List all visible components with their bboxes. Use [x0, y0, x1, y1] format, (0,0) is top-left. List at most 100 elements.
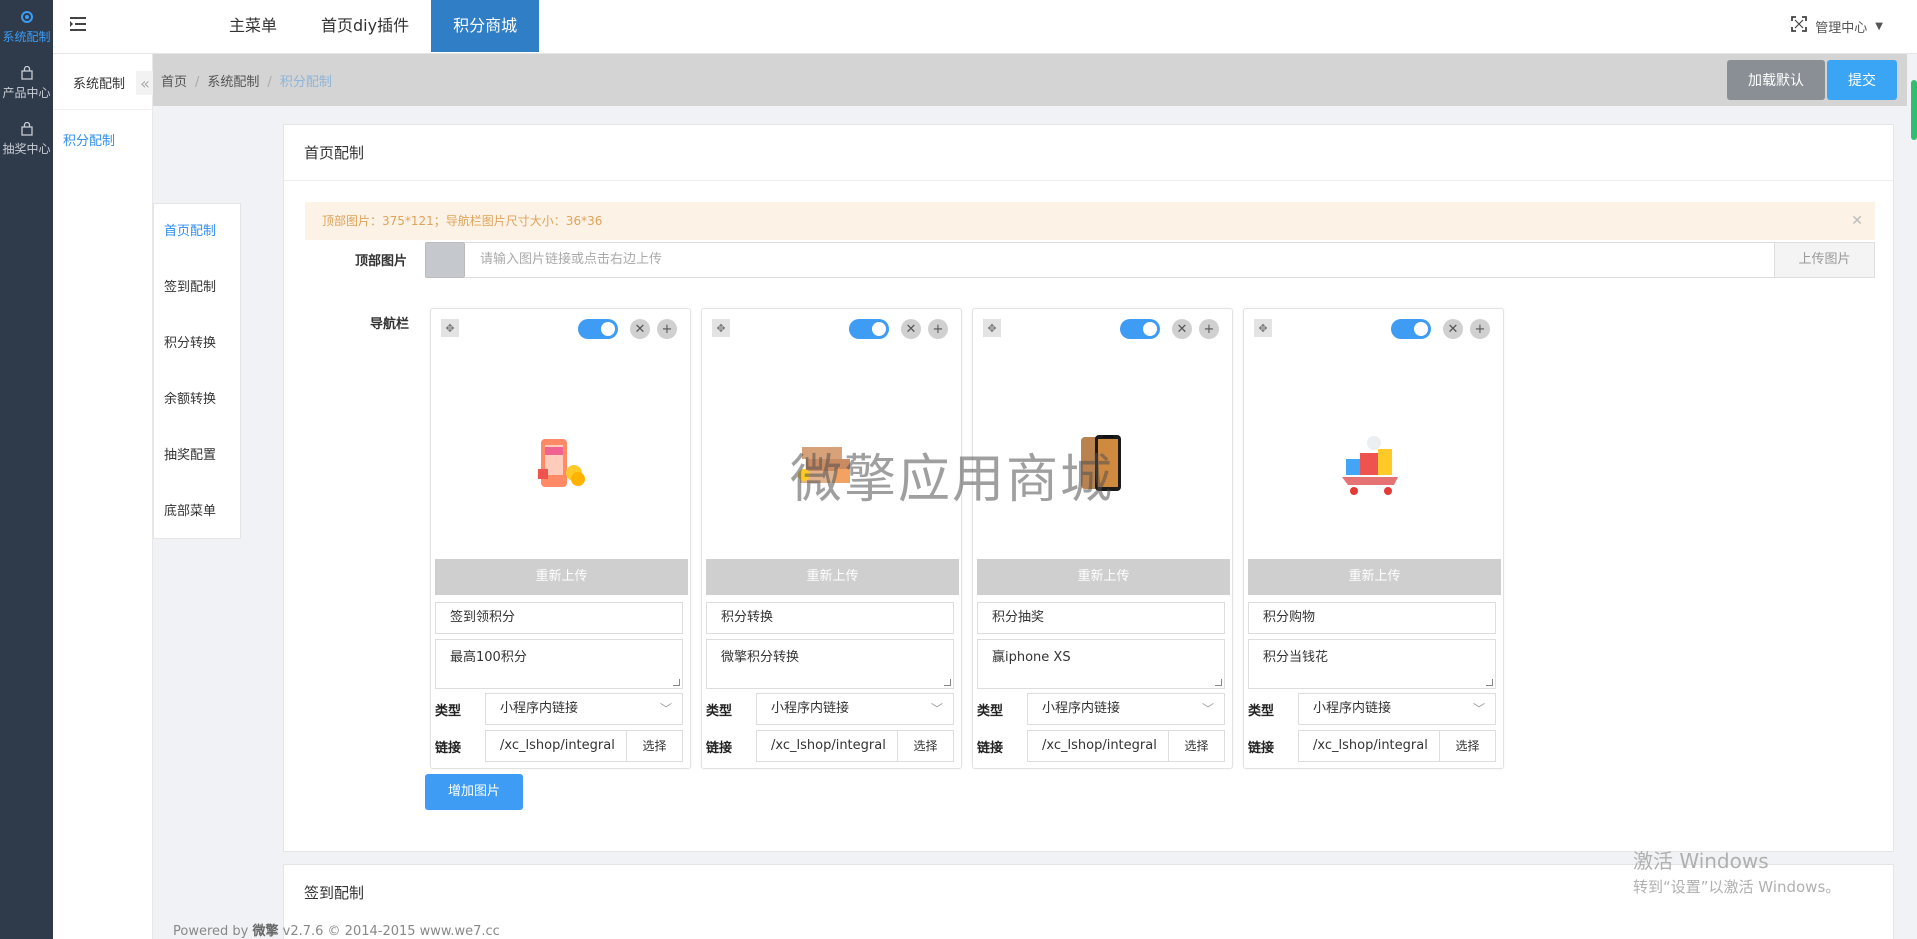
link-input[interactable]: /xc_lshop/integral: [485, 730, 627, 762]
config-nav: 首页配制 签到配制 积分转换 余额转换 抽奖配置 底部菜单: [153, 203, 241, 539]
link-label: 链接: [977, 741, 1004, 756]
choose-link-button[interactable]: 选择: [1440, 730, 1496, 762]
description-textarea[interactable]: 赢iphone XS: [977, 639, 1225, 689]
fullscreen-icon[interactable]: [1791, 16, 1808, 36]
collapse-icon[interactable]: «: [136, 71, 154, 95]
rail-item-system[interactable]: 系统配制: [0, 0, 53, 56]
breadcrumb-home[interactable]: 首页: [161, 75, 187, 90]
config-nav-points-convert[interactable]: 积分转换: [154, 316, 240, 372]
type-select-value: 小程序内链接: [771, 701, 850, 716]
sub-navigation: 系统配制 « 积分配制: [53, 0, 154, 939]
close-icon[interactable]: ✕: [1851, 202, 1863, 240]
scrollbar[interactable]: [1911, 80, 1917, 140]
footer-brand[interactable]: 微擎: [252, 924, 278, 939]
enable-toggle[interactable]: [1391, 319, 1431, 339]
description-textarea[interactable]: 微擎积分转换: [706, 639, 954, 689]
nav-card: ✥ ✕ + 重新上传 积分抽奖 赢iphone XS 类型 小程序内链接 ﹀ 链接…: [972, 308, 1233, 769]
title-input[interactable]: 积分购物: [1248, 602, 1496, 634]
rail-item-lottery[interactable]: 抽奖中心: [0, 112, 53, 168]
windows-activation-title: 激活 Windows: [1633, 849, 1769, 873]
subnav-header-label: 系统配制: [73, 76, 126, 92]
rail-label: 系统配制: [2, 30, 51, 44]
enable-toggle[interactable]: [849, 319, 889, 339]
drag-handle-icon[interactable]: ✥: [983, 319, 1001, 337]
link-input[interactable]: /xc_lshop/integral: [1298, 730, 1440, 762]
choose-link-button[interactable]: 选择: [627, 730, 683, 762]
tab-home-diy[interactable]: 首页diy插件: [299, 0, 431, 52]
shopping-cart-icon: [1304, 419, 1444, 509]
admin-center-menu[interactable]: 管理中心 ▼: [1791, 16, 1883, 36]
drag-handle-icon[interactable]: ✥: [441, 319, 459, 337]
choose-link-button[interactable]: 选择: [1169, 730, 1225, 762]
remove-icon[interactable]: ✕: [1172, 319, 1192, 339]
info-alert: 顶部图片：375*121；导航栏图片尺寸大小：36*36 ✕: [305, 202, 1875, 240]
choose-link-button[interactable]: 选择: [898, 730, 954, 762]
breadcrumb-section[interactable]: 系统配制: [207, 75, 259, 90]
reupload-button[interactable]: 重新上传: [435, 559, 688, 595]
footer-rest: v2.7.6 © 2014-2015 www.we7.cc: [278, 924, 500, 939]
top-image-input[interactable]: 请输入图片链接或点击右边上传: [465, 242, 1775, 278]
breadcrumb: 首页 / 系统配制 / 积分配制: [161, 75, 332, 90]
bag-icon: [18, 64, 36, 82]
tab-main-menu[interactable]: 主菜单: [207, 0, 299, 52]
type-select[interactable]: 小程序内链接 ﹀: [485, 693, 683, 725]
config-nav-bottom-menu[interactable]: 底部菜单: [154, 484, 240, 540]
reupload-button[interactable]: 重新上传: [1248, 559, 1501, 595]
type-label: 类型: [435, 704, 462, 719]
description-textarea[interactable]: 最高100积分: [435, 639, 683, 689]
menu-toggle-icon[interactable]: [69, 16, 91, 38]
add-image-button[interactable]: 增加图片: [425, 774, 523, 810]
title-input[interactable]: 签到领积分: [435, 602, 683, 634]
tab-points-mall[interactable]: 积分商城: [431, 0, 540, 52]
title-input[interactable]: 积分转换: [706, 602, 954, 634]
footer: Powered by 微擎 v2.7.6 © 2014-2015 www.we7…: [173, 920, 500, 939]
enable-toggle[interactable]: [578, 319, 618, 339]
config-nav-lottery[interactable]: 抽奖配置: [154, 428, 240, 484]
nav-bar-label: 导航栏: [370, 317, 410, 332]
nav-card: ✥ ✕ + 重新上传 签到领积分 最高100积分 类型 小程序内链接 ﹀ 链接 /…: [430, 308, 691, 769]
link-label: 链接: [1248, 741, 1275, 756]
upload-image-button[interactable]: 上传图片: [1775, 242, 1875, 278]
reupload-button[interactable]: 重新上传: [706, 559, 959, 595]
footer-prefix: Powered by: [173, 924, 253, 939]
windows-activation-hint: 转到“设置”以激活 Windows。: [1633, 878, 1841, 896]
rail-item-products[interactable]: 产品中心: [0, 56, 53, 112]
top-tabs: 主菜单 首页diy插件 积分商城: [207, 0, 540, 52]
caret-down-icon: ▼: [1875, 20, 1883, 32]
type-select-value: 小程序内链接: [1042, 701, 1121, 716]
description-textarea[interactable]: 积分当钱花: [1248, 639, 1496, 689]
alert-text: 顶部图片：375*121；导航栏图片尺寸大小：36*36: [322, 214, 603, 228]
reupload-button[interactable]: 重新上传: [977, 559, 1230, 595]
add-icon[interactable]: +: [1199, 319, 1219, 339]
rail-label: 抽奖中心: [2, 142, 51, 156]
remove-icon[interactable]: ✕: [901, 319, 921, 339]
remove-icon[interactable]: ✕: [1443, 319, 1463, 339]
config-nav-home[interactable]: 首页配制: [154, 204, 240, 260]
drag-handle-icon[interactable]: ✥: [1254, 319, 1272, 337]
config-nav-balance-convert[interactable]: 余额转换: [154, 372, 240, 428]
drag-handle-icon[interactable]: ✥: [712, 319, 730, 337]
enable-toggle[interactable]: [1120, 319, 1160, 339]
link-input[interactable]: /xc_lshop/integral: [756, 730, 898, 762]
submit-button[interactable]: 提交: [1827, 60, 1897, 100]
link-label: 链接: [435, 741, 462, 756]
type-select[interactable]: 小程序内链接 ﹀: [756, 693, 954, 725]
top-image-thumbnail: [425, 242, 465, 278]
load-default-button[interactable]: 加载默认: [1727, 60, 1825, 100]
link-input[interactable]: /xc_lshop/integral: [1027, 730, 1169, 762]
type-select[interactable]: 小程序内链接 ﹀: [1298, 693, 1496, 725]
title-input[interactable]: 积分抽奖: [977, 602, 1225, 634]
panel-title: 首页配制: [284, 125, 1893, 181]
add-icon[interactable]: +: [928, 319, 948, 339]
type-select-value: 小程序内链接: [500, 701, 579, 716]
config-nav-signin[interactable]: 签到配制: [154, 260, 240, 316]
breadcrumb-bar: 首页 / 系统配制 / 积分配制 加载默认 提交: [153, 54, 1907, 106]
add-icon[interactable]: +: [1470, 319, 1490, 339]
remove-icon[interactable]: ✕: [630, 319, 650, 339]
watermark-text: 微擎应用商城: [790, 450, 1115, 510]
windows-activation-notice: 激活 Windows 转到“设置”以激活 Windows。: [1633, 845, 1840, 897]
type-select[interactable]: 小程序内链接 ﹀: [1027, 693, 1225, 725]
add-icon[interactable]: +: [657, 319, 677, 339]
subnav-link-points-config[interactable]: 积分配制: [53, 110, 152, 149]
type-label: 类型: [977, 704, 1004, 719]
